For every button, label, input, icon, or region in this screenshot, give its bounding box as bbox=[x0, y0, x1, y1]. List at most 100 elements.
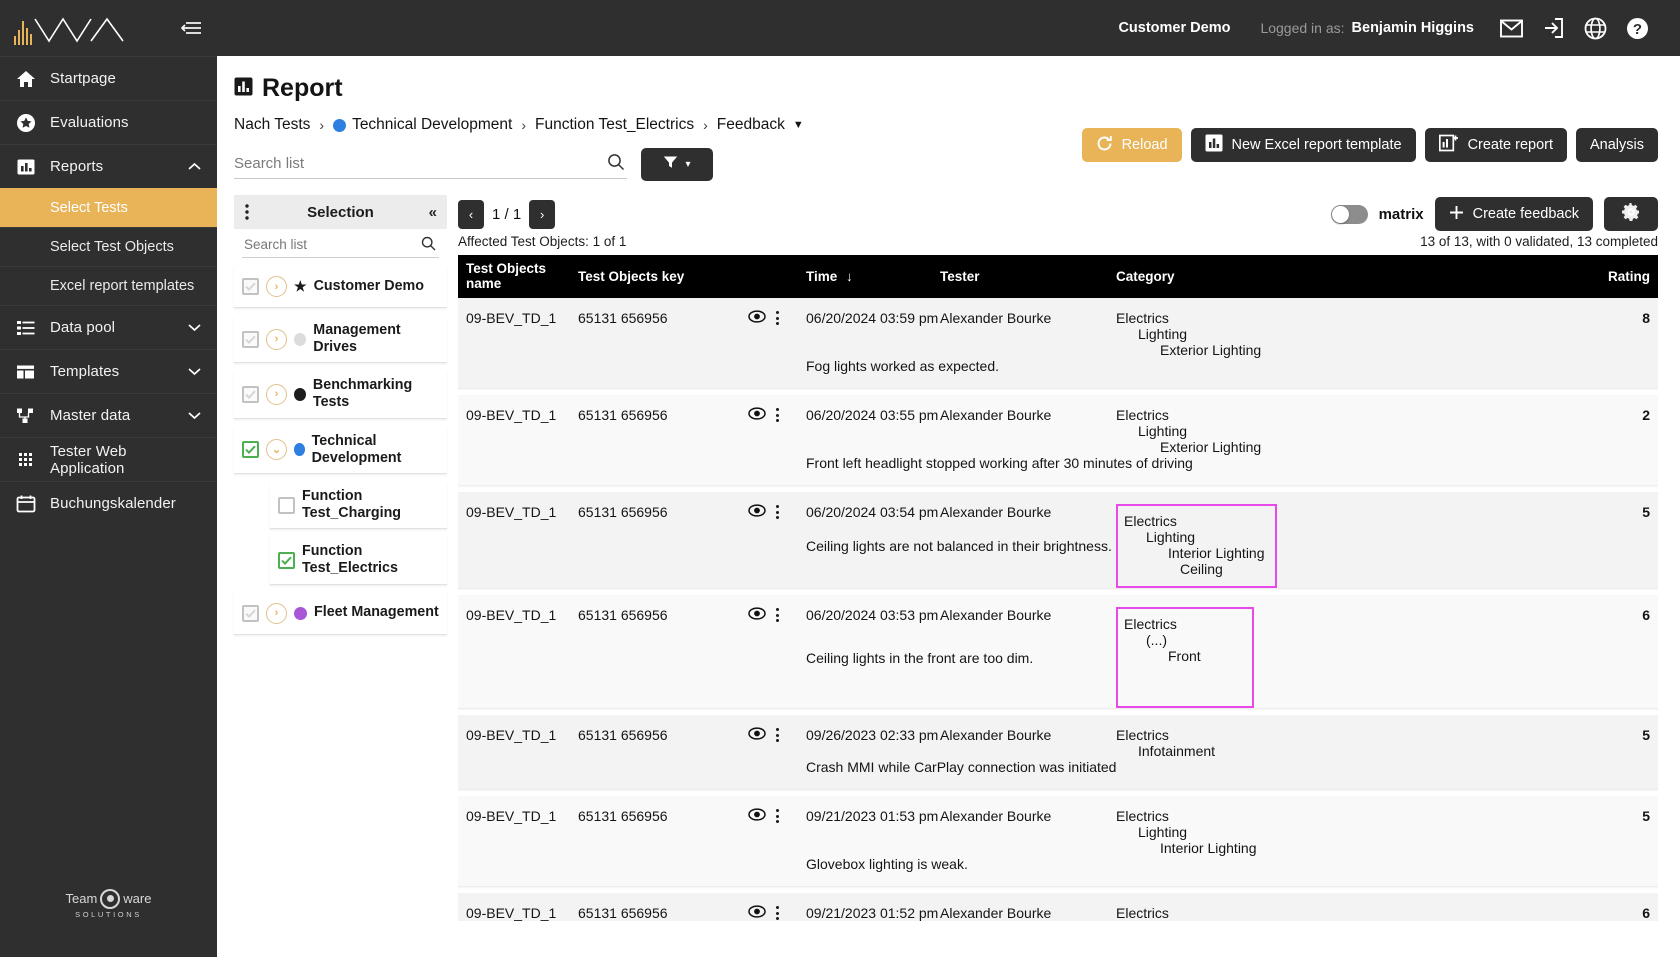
checkbox-indeterminate[interactable] bbox=[242, 604, 259, 622]
cell-actions bbox=[748, 595, 806, 650]
kebab-menu-icon[interactable] bbox=[776, 728, 779, 742]
table-row[interactable]: 09-BEV_TD_1 65131 656956 06/20/2024 03:5… bbox=[458, 395, 1658, 455]
mail-icon[interactable] bbox=[1490, 0, 1532, 56]
col-tester[interactable]: Tester bbox=[940, 255, 1116, 298]
table-row[interactable]: 09-BEV_TD_1 65131 656956 06/20/2024 03:5… bbox=[458, 595, 1658, 708]
selection-header: Selection « bbox=[234, 195, 447, 229]
table-row[interactable]: 09-BEV_TD_1 65131 656956 09/26/2023 02:3… bbox=[458, 715, 1658, 759]
reload-button[interactable]: Reload bbox=[1081, 128, 1182, 162]
calendar-icon bbox=[16, 494, 42, 514]
sidebar-item-label: Templates bbox=[50, 363, 120, 380]
help-icon[interactable]: ? bbox=[1616, 0, 1658, 56]
checkbox-indeterminate[interactable] bbox=[242, 385, 259, 403]
next-page-button[interactable]: › bbox=[529, 199, 556, 229]
sidebar-subitem-label: Select Tests bbox=[50, 200, 128, 216]
sidebar-item-tester-web-application[interactable]: Tester Web Application bbox=[0, 437, 217, 481]
sidebar-item-evaluations[interactable]: Evaluations bbox=[0, 100, 217, 144]
logout-icon[interactable] bbox=[1532, 0, 1574, 56]
table-row[interactable]: 09-BEV_TD_1 65131 656956 09/21/2023 01:5… bbox=[458, 796, 1658, 856]
search-icon[interactable] bbox=[421, 236, 436, 256]
breadcrumb-item-technical-development[interactable]: Technical Development bbox=[333, 116, 512, 134]
collapse-icon[interactable]: ⌄ bbox=[266, 439, 287, 461]
sidebar-item-select-test-objects[interactable]: Select Test Objects bbox=[0, 227, 217, 266]
sidebar-item-templates[interactable]: Templates bbox=[0, 349, 217, 393]
eye-icon[interactable] bbox=[748, 504, 766, 520]
sidebar-item-startpage[interactable]: Startpage bbox=[0, 56, 217, 100]
cell-actions bbox=[748, 492, 806, 539]
breadcrumb-item-feedback[interactable]: Feedback ▼ bbox=[717, 116, 804, 134]
checkbox-unchecked[interactable] bbox=[278, 496, 295, 514]
sidebar-item-master-data[interactable]: Master data bbox=[0, 393, 217, 437]
expand-icon[interactable]: › bbox=[266, 383, 287, 405]
create-feedback-button[interactable]: Create feedback bbox=[1434, 197, 1593, 231]
tree-node-fleet-management[interactable]: › Fleet Management bbox=[234, 592, 447, 635]
expand-icon[interactable]: › bbox=[266, 602, 287, 624]
eye-icon[interactable] bbox=[748, 905, 766, 921]
checkbox-indeterminate[interactable] bbox=[242, 330, 259, 348]
settings-gear-button[interactable] bbox=[1604, 197, 1658, 231]
globe-icon[interactable] bbox=[1574, 0, 1616, 56]
kebab-menu-icon[interactable] bbox=[245, 204, 249, 220]
kebab-menu-icon[interactable] bbox=[776, 809, 779, 823]
main-area: Customer Demo Logged in as: Benjamin Hig… bbox=[217, 0, 1680, 957]
sidebar-item-buchungskalender[interactable]: Buchungskalender bbox=[0, 481, 217, 525]
create-report-button[interactable]: Create report bbox=[1424, 128, 1567, 162]
col-category[interactable]: Category bbox=[1116, 255, 1386, 298]
prev-page-button[interactable]: ‹ bbox=[458, 199, 484, 229]
cell-key: 65131 656956 bbox=[578, 595, 748, 650]
tree-node-function-test-charging[interactable]: Function Test_Charging bbox=[270, 481, 447, 530]
selection-panel: Selection « › bbox=[234, 195, 447, 921]
sidebar-item-reports[interactable]: Reports bbox=[0, 144, 217, 188]
tree-node-function-test-electrics[interactable]: Function Test_Electrics bbox=[270, 537, 447, 585]
kebab-menu-icon[interactable] bbox=[776, 408, 779, 422]
selection-search-input[interactable] bbox=[242, 235, 439, 258]
collapse-sidebar-icon[interactable] bbox=[180, 19, 203, 37]
kebab-menu-icon[interactable] bbox=[776, 906, 779, 920]
cell-category: Electrics Lighting Exterior Lighting bbox=[1116, 298, 1386, 358]
breadcrumb-item-function-test-electrics[interactable]: Function Test_Electrics bbox=[535, 116, 694, 134]
tree-node-management-drives[interactable]: › Management Drives bbox=[234, 316, 447, 364]
chevron-down-icon bbox=[187, 411, 201, 420]
new-excel-report-template-button[interactable]: New Excel report template bbox=[1190, 128, 1416, 162]
search-icon[interactable] bbox=[607, 153, 625, 176]
table-row[interactable]: 09-BEV_TD_1 65131 656956 06/20/2024 03:5… bbox=[458, 492, 1658, 588]
search-input[interactable] bbox=[234, 150, 627, 179]
table-row[interactable]: 09-BEV_TD_1 65131 656956 09/21/2023 01:5… bbox=[458, 893, 1658, 921]
kebab-menu-icon[interactable] bbox=[776, 608, 779, 622]
col-test-objects-name[interactable]: Test Objects name bbox=[458, 255, 578, 298]
breadcrumb-item-nach-tests[interactable]: Nach Tests bbox=[234, 116, 310, 134]
breadcrumb-label: Technical Development bbox=[352, 116, 513, 133]
eye-icon[interactable] bbox=[748, 727, 766, 743]
expand-icon[interactable]: › bbox=[266, 276, 287, 297]
eye-icon[interactable] bbox=[748, 407, 766, 423]
kebab-menu-icon[interactable] bbox=[776, 505, 779, 519]
checkbox-checked[interactable] bbox=[242, 441, 259, 459]
checkbox-checked[interactable] bbox=[278, 551, 295, 569]
svg-text:?: ? bbox=[1632, 21, 1641, 38]
eye-icon[interactable] bbox=[748, 808, 766, 824]
cell-key: 65131 656956 bbox=[578, 796, 748, 856]
analysis-button[interactable]: Analysis bbox=[1576, 128, 1658, 162]
tree-node-benchmarking-tests[interactable]: › Benchmarking Tests bbox=[234, 371, 447, 419]
eye-icon[interactable] bbox=[748, 310, 766, 326]
cell-name: 09-BEV_TD_1 bbox=[458, 796, 578, 856]
sidebar-item-excel-report-templates[interactable]: Excel report templates bbox=[0, 266, 217, 305]
filter-button[interactable]: ▾ bbox=[641, 148, 713, 181]
expand-icon[interactable]: › bbox=[266, 328, 287, 350]
matrix-toggle[interactable] bbox=[1330, 204, 1368, 224]
eye-icon[interactable] bbox=[748, 607, 766, 623]
checkbox-indeterminate[interactable] bbox=[242, 278, 259, 295]
col-time[interactable]: Time ↓ bbox=[806, 255, 940, 298]
sidebar-item-select-tests[interactable]: Select Tests bbox=[0, 188, 217, 227]
home-icon bbox=[16, 69, 42, 89]
col-test-objects-key[interactable]: Test Objects key bbox=[578, 255, 748, 298]
tree-node-customer-demo[interactable]: › ★ Customer Demo bbox=[234, 266, 447, 308]
table-row[interactable]: 09-BEV_TD_1 65131 656956 06/20/2024 03:5… bbox=[458, 298, 1658, 358]
sidebar-item-data-pool[interactable]: Data pool bbox=[0, 305, 217, 349]
col-rating[interactable]: Rating bbox=[1386, 255, 1658, 298]
breadcrumb-separator: › bbox=[319, 117, 325, 133]
cell-name: 09-BEV_TD_1 bbox=[458, 492, 578, 539]
tree-node-technical-development[interactable]: ⌄ Technical Development bbox=[234, 426, 447, 474]
kebab-menu-icon[interactable] bbox=[776, 311, 779, 325]
chevron-double-left-icon[interactable]: « bbox=[429, 204, 437, 221]
